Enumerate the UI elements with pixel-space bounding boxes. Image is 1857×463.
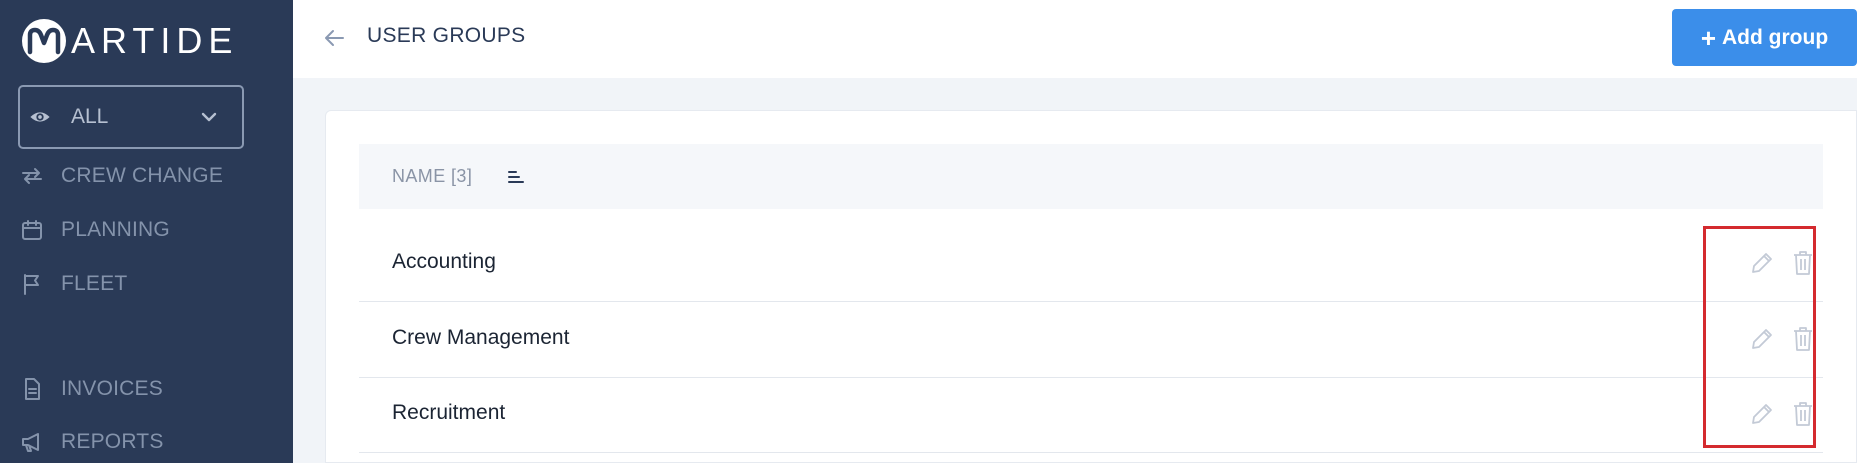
plus-icon: + bbox=[1700, 22, 1717, 53]
sidebar-item-invoices[interactable]: INVOICES bbox=[20, 372, 163, 406]
sidebar: ARTIDE ALL CREW CHANGE PLANNING FLEET IN… bbox=[0, 0, 293, 463]
filter-value: ALL bbox=[71, 105, 109, 128]
view-filter-select[interactable]: ALL bbox=[18, 85, 244, 149]
page-title: USER GROUPS bbox=[367, 24, 526, 47]
sidebar-item-reports[interactable]: REPORTS bbox=[20, 425, 164, 459]
sidebar-item-crew-change[interactable]: CREW CHANGE bbox=[20, 159, 223, 193]
add-group-label: Add group bbox=[1722, 25, 1829, 49]
table-header: NAME [3] bbox=[359, 144, 1823, 209]
logo-mark bbox=[22, 19, 66, 63]
table-row: Recruitment bbox=[359, 377, 1823, 453]
logo-m-glyph bbox=[27, 27, 61, 55]
sidebar-item-label: FLEET bbox=[61, 272, 128, 295]
logo-text: ARTIDE bbox=[71, 20, 239, 61]
chevron-down-icon bbox=[201, 112, 217, 122]
swap-arrows-icon bbox=[20, 164, 44, 188]
sidebar-item-label: REPORTS bbox=[61, 430, 164, 453]
calendar-icon bbox=[20, 218, 44, 242]
group-name: Accounting bbox=[392, 250, 496, 273]
actions-highlight-box bbox=[1703, 226, 1816, 448]
sidebar-item-label: INVOICES bbox=[61, 377, 163, 400]
add-group-button[interactable]: + Add group bbox=[1672, 9, 1857, 66]
column-header-name[interactable]: NAME [3] bbox=[392, 166, 472, 187]
flag-icon bbox=[20, 272, 44, 296]
table-row: Accounting bbox=[359, 226, 1823, 302]
brand-logo[interactable]: ARTIDE bbox=[22, 19, 238, 63]
sidebar-item-fleet[interactable]: FLEET bbox=[20, 267, 127, 301]
back-arrow-icon[interactable] bbox=[323, 27, 345, 49]
page-header: USER GROUPS + Add group bbox=[293, 0, 1857, 78]
sidebar-item-label: CREW CHANGE bbox=[61, 164, 224, 187]
sidebar-item-label: PLANNING bbox=[61, 218, 170, 241]
group-name: Crew Management bbox=[392, 326, 570, 349]
megaphone-icon bbox=[20, 430, 44, 454]
table-row: Crew Management bbox=[359, 302, 1823, 378]
group-name: Recruitment bbox=[392, 401, 506, 424]
sort-icon[interactable] bbox=[507, 168, 525, 186]
eye-icon bbox=[30, 112, 50, 122]
sidebar-item-planning[interactable]: PLANNING bbox=[20, 213, 170, 247]
user-groups-card: NAME [3] Accounting Crew Management Recr… bbox=[325, 110, 1857, 463]
document-icon bbox=[20, 377, 44, 401]
